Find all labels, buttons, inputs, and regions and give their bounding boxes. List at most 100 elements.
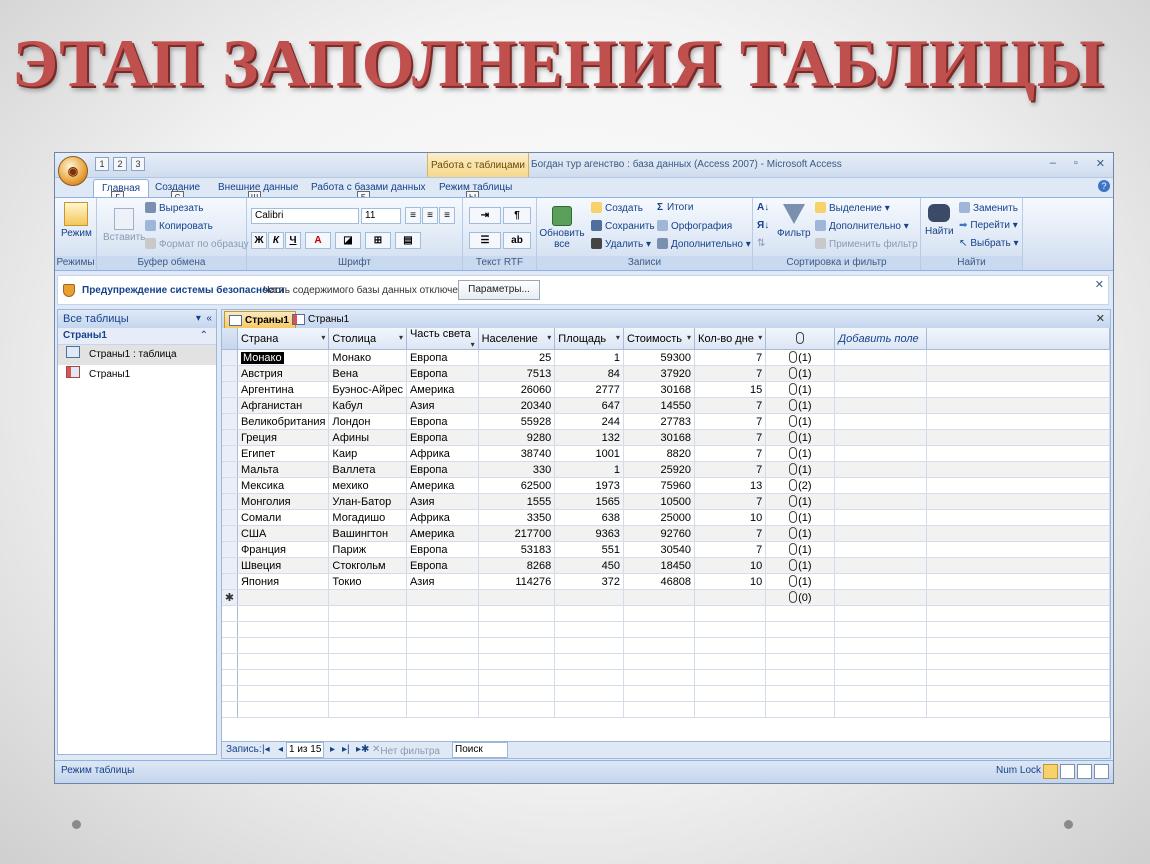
table-cell[interactable]: Швеция [237,557,330,574]
table-cell[interactable]: Европа [406,541,479,558]
empty-cell[interactable] [834,573,927,590]
table-cell[interactable]: Египет [237,445,330,462]
new-record-nav-button[interactable]: ▸✱ [356,744,369,755]
col-header-attachments[interactable] [765,328,836,350]
table-cell[interactable]: Улан-Батор [328,493,407,510]
office-button[interactable]: ◉ [58,156,88,186]
chevron-up-icon[interactable]: ⌃ [200,328,208,344]
table-cell[interactable]: мехико [328,477,407,494]
table-cell[interactable]: Япония [237,573,330,590]
table-cell[interactable]: Европа [406,413,479,430]
table-row[interactable]: Япония Токио Азия 114276 372 46808 10 (1) [222,573,1110,590]
table-cell[interactable]: 1555 [478,493,556,510]
more-records-button[interactable]: Дополнительно ▾ [657,238,751,250]
col-header-continent[interactable]: Часть света ▾ [406,328,479,350]
font-name-combo[interactable]: Calibri [251,208,359,224]
table-cell[interactable]: 25000 [623,509,696,526]
table-cell[interactable]: 647 [554,397,624,414]
table-cell[interactable]: Америка [406,381,479,398]
spelling-button[interactable]: Орфография [657,220,732,232]
table-cell[interactable]: 10500 [623,493,696,510]
table-cell[interactable]: 3350 [478,509,556,526]
table-cell[interactable] [406,589,479,606]
record-position-field[interactable]: 1 из 15 [286,742,325,758]
empty-cell[interactable] [834,557,927,574]
attachment-cell[interactable]: (1) [765,413,836,430]
table-cell[interactable]: Кабул [328,397,407,414]
attachment-cell[interactable]: (2) [765,477,836,494]
table-row[interactable]: Сомали Могадишо Африка 3350 638 25000 10 (1) [222,509,1110,526]
view-mode-button[interactable]: Режим [61,202,92,239]
table-row[interactable]: США Вашингтон Америка 217700 9363 92760 7 (1) [222,525,1110,542]
rtl-button[interactable]: ¶ [503,207,531,224]
attachment-cell[interactable]: (1) [765,525,836,542]
nav-pane-controls[interactable]: ▾ « [196,310,212,328]
table-row[interactable]: Швеция Стокгольм Европа 8268 450 18450 10 (1) [222,557,1110,574]
table-row[interactable]: Монголия Улан-Батор Азия 1555 1565 10500 7 (1) [222,493,1110,510]
align-right-button[interactable]: ≡ [439,207,455,224]
table-cell[interactable]: Азия [406,573,479,590]
table-cell[interactable] [328,589,407,606]
table-cell[interactable]: 450 [554,557,624,574]
italic-button[interactable]: К [268,232,284,249]
next-record-button[interactable]: ▸ [330,744,335,755]
filter-button[interactable]: Фильтр [777,204,811,239]
design-view-icon[interactable] [1094,764,1109,779]
table-cell[interactable]: 330 [478,461,556,478]
table-row[interactable]: Великобритания Лондон Европа 55928 244 27783 7… [222,413,1110,430]
table-cell[interactable]: Европа [406,557,479,574]
advanced-filter-button[interactable]: Дополнительно ▾ [815,220,909,232]
pivot-chart-icon[interactable] [1077,764,1092,779]
minimize-button[interactable]: – [1050,157,1056,170]
empty-cell[interactable] [834,397,927,414]
table-cell[interactable]: 132 [554,429,624,446]
table-cell[interactable]: 30168 [623,429,696,446]
table-cell[interactable]: Греция [237,429,330,446]
table-cell[interactable]: 7 [694,493,767,510]
table-cell[interactable]: Азия [406,493,479,510]
table-cell[interactable]: Могадишо [328,509,407,526]
highlight-button[interactable]: ab [503,232,531,249]
table-cell[interactable]: Лондон [328,413,407,430]
table-row[interactable]: Греция Афины Европа 9280 132 30168 7 (1) [222,429,1110,446]
new-record-row[interactable]: ✱ (0) [222,589,1110,606]
table-cell[interactable]: 14550 [623,397,696,414]
table-cell[interactable]: 7 [694,413,767,430]
attachment-cell[interactable]: (1) [765,573,836,590]
table-cell[interactable]: 1565 [554,493,624,510]
table-cell[interactable]: 114276 [478,573,556,590]
row-selector[interactable] [222,397,238,414]
indent-button[interactable]: ⇥ [469,207,501,224]
table-cell[interactable]: 372 [554,573,624,590]
table-cell[interactable]: 92760 [623,525,696,542]
table-cell[interactable]: Великобритания [237,413,330,430]
table-cell[interactable]: Франция [237,541,330,558]
empty-cell[interactable] [834,349,927,366]
attachment-cell[interactable]: (1) [765,365,836,382]
align-left-button[interactable]: ≡ [405,207,421,224]
search-input[interactable]: Поиск [452,742,508,758]
table-cell[interactable]: 55928 [478,413,556,430]
table-cell[interactable]: Валлета [328,461,407,478]
table-cell[interactable]: 38740 [478,445,556,462]
table-cell[interactable]: 7513 [478,365,556,382]
row-selector[interactable] [222,381,238,398]
table-row[interactable]: Франция Париж Европа 53183 551 30540 7 (1) [222,541,1110,558]
col-header-capital[interactable]: Столица ▾ [328,328,407,350]
table-cell[interactable]: Америка [406,477,479,494]
col-header-country[interactable]: Страна ▾ [237,328,330,350]
table-cell[interactable]: 217700 [478,525,556,542]
row-selector[interactable] [222,413,238,430]
table-cell[interactable]: 1001 [554,445,624,462]
bold-button[interactable]: Ж [251,232,267,249]
row-selector[interactable] [222,429,238,446]
table-cell[interactable]: 62500 [478,477,556,494]
new-row-marker[interactable]: ✱ [222,589,238,606]
table-cell[interactable]: 84 [554,365,624,382]
table-cell[interactable]: Мальта [237,461,330,478]
table-cell[interactable]: Европа [406,365,479,382]
close-window-button[interactable]: ✕ [1096,157,1105,170]
empty-cell[interactable] [834,445,927,462]
find-button[interactable]: Найти [925,204,954,237]
col-header-area[interactable]: Площадь ▾ [554,328,624,350]
